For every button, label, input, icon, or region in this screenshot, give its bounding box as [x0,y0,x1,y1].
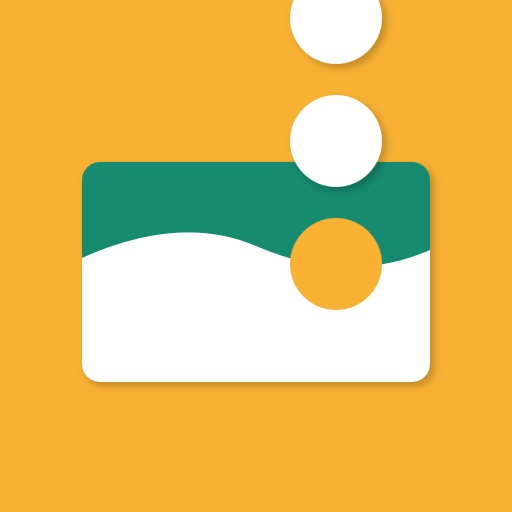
app-icon[interactable] [0,0,512,512]
app-icon-graphic [0,0,512,512]
middle-white-dot [290,95,382,187]
bottom-orange-dot [290,218,382,310]
